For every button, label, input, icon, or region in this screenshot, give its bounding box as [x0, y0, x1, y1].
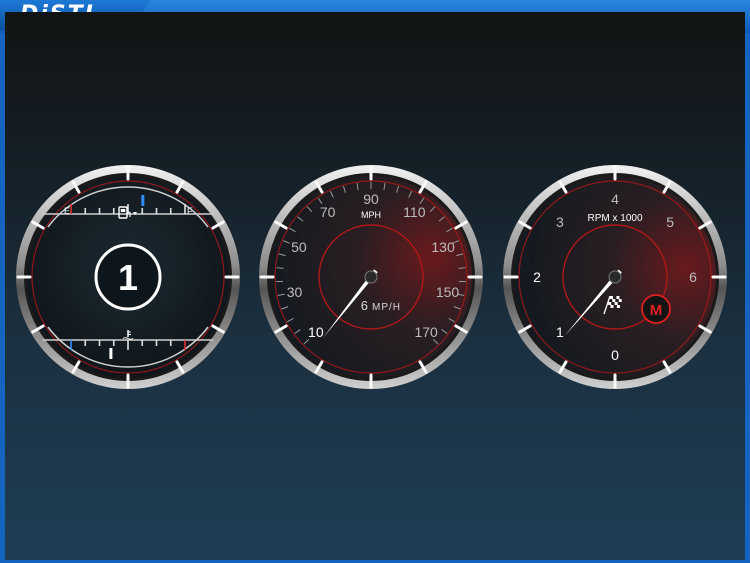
gear-value: 1 — [118, 257, 138, 298]
flag-square — [616, 305, 620, 308]
manual-mode-label: M — [650, 302, 663, 319]
rpm-unit-label: RPM x 1000 — [587, 213, 642, 224]
speed-tick-label: 170 — [414, 324, 438, 340]
flag-square — [616, 296, 620, 299]
fuel-full-label: F — [187, 206, 193, 216]
speed-tick-label: 90 — [363, 191, 379, 207]
fuel-temperature-gauge: E F 1 — [16, 165, 240, 389]
fuel-empty-label: E — [64, 206, 70, 216]
rpm-tick-label: 0 — [611, 347, 619, 363]
tachometer: 0 1 2 3 4 5 6 RPM x 1000 M — [503, 165, 727, 389]
digital-speed-unit: MP/H — [372, 302, 401, 313]
flag-square — [608, 302, 612, 305]
needle-hub — [364, 270, 378, 284]
speed-tick-label: 70 — [320, 204, 336, 220]
rpm-tick-label: 3 — [556, 214, 564, 230]
speed-tick-label: 150 — [436, 284, 460, 300]
flag-square — [610, 305, 614, 308]
flag-square — [618, 299, 622, 302]
speed-tick-label: 30 — [287, 284, 303, 300]
speedometer: 10 30 50 70 90 110 130 150 170 MPH 6 MP/H — [259, 165, 483, 389]
fuel-needle — [141, 195, 145, 206]
rpm-tick-label: 4 — [611, 191, 619, 207]
temperature-needle — [109, 348, 113, 359]
rpm-tick-label: 5 — [666, 214, 674, 230]
needle-hub — [608, 270, 622, 284]
speed-minor-tick — [458, 267, 466, 269]
speed-tick-label: 10 — [308, 324, 324, 340]
instrument-cluster: E F 1 10 30 50 70 90 110 130 150 170 MPH… — [5, 12, 745, 560]
rpm-tick-label: 1 — [556, 324, 564, 340]
rpm-tick-label: 2 — [533, 269, 541, 285]
speed-minor-tick — [276, 267, 284, 269]
speed-tick-label: 50 — [291, 239, 307, 255]
flag-square — [610, 296, 613, 299]
speed-tick-label: 130 — [431, 239, 455, 255]
speed-unit-label: MPH — [361, 210, 381, 220]
flag-square — [612, 299, 616, 302]
rpm-tick-label: 6 — [689, 269, 697, 285]
flag-square — [614, 302, 618, 305]
digital-speed-value: 6 — [361, 298, 368, 313]
speed-tick-label: 110 — [403, 204, 426, 220]
